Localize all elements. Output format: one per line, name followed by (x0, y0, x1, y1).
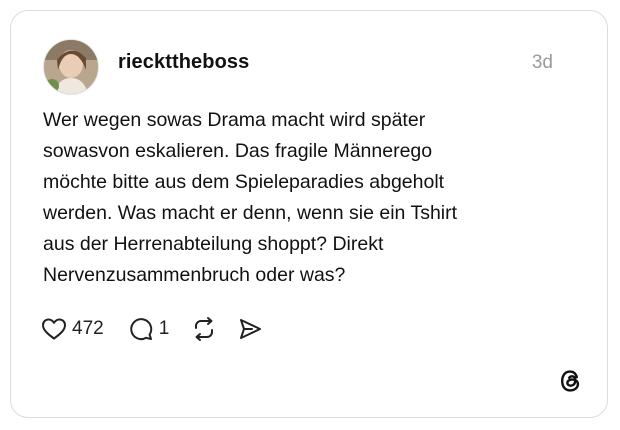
post-text-line: aus der Herrenabteilung shoppt? Direkt (43, 233, 384, 255)
like-count: 472 (72, 318, 104, 339)
username[interactable]: rieckttheboss (118, 51, 249, 74)
threads-logo-icon[interactable] (557, 367, 585, 395)
avatar[interactable] (43, 39, 99, 95)
post-text: Wer wegen sowas Drama macht wird später … (43, 105, 583, 291)
post-text-line: möchte bitte aus dem Spieleparadies abge… (43, 171, 445, 193)
reply-button[interactable]: 1 (128, 316, 170, 342)
post-text-line: Nervenzusammenbruch oder was? (43, 264, 346, 286)
post-card: rieckttheboss 3d Wer wegen sowas Drama m… (10, 10, 608, 418)
speech-bubble-icon (129, 318, 152, 341)
post-text-line: sowasvon eskalieren. Das fragile Männere… (43, 140, 433, 162)
reply-count: 1 (158, 318, 170, 339)
repost-button[interactable] (191, 316, 217, 342)
post-text-line: Wer wegen sowas Drama macht wird später (43, 109, 426, 131)
post-text-line: werden. Was macht er denn, wenn sie ein … (43, 202, 458, 224)
timestamp: 3d (531, 52, 553, 73)
share-button[interactable] (237, 316, 263, 342)
heart-icon (42, 318, 66, 340)
send-icon (240, 319, 262, 339)
like-button[interactable]: 472 (41, 317, 104, 341)
repost-icon (195, 317, 214, 341)
post-actions: 472 1 (41, 313, 263, 345)
